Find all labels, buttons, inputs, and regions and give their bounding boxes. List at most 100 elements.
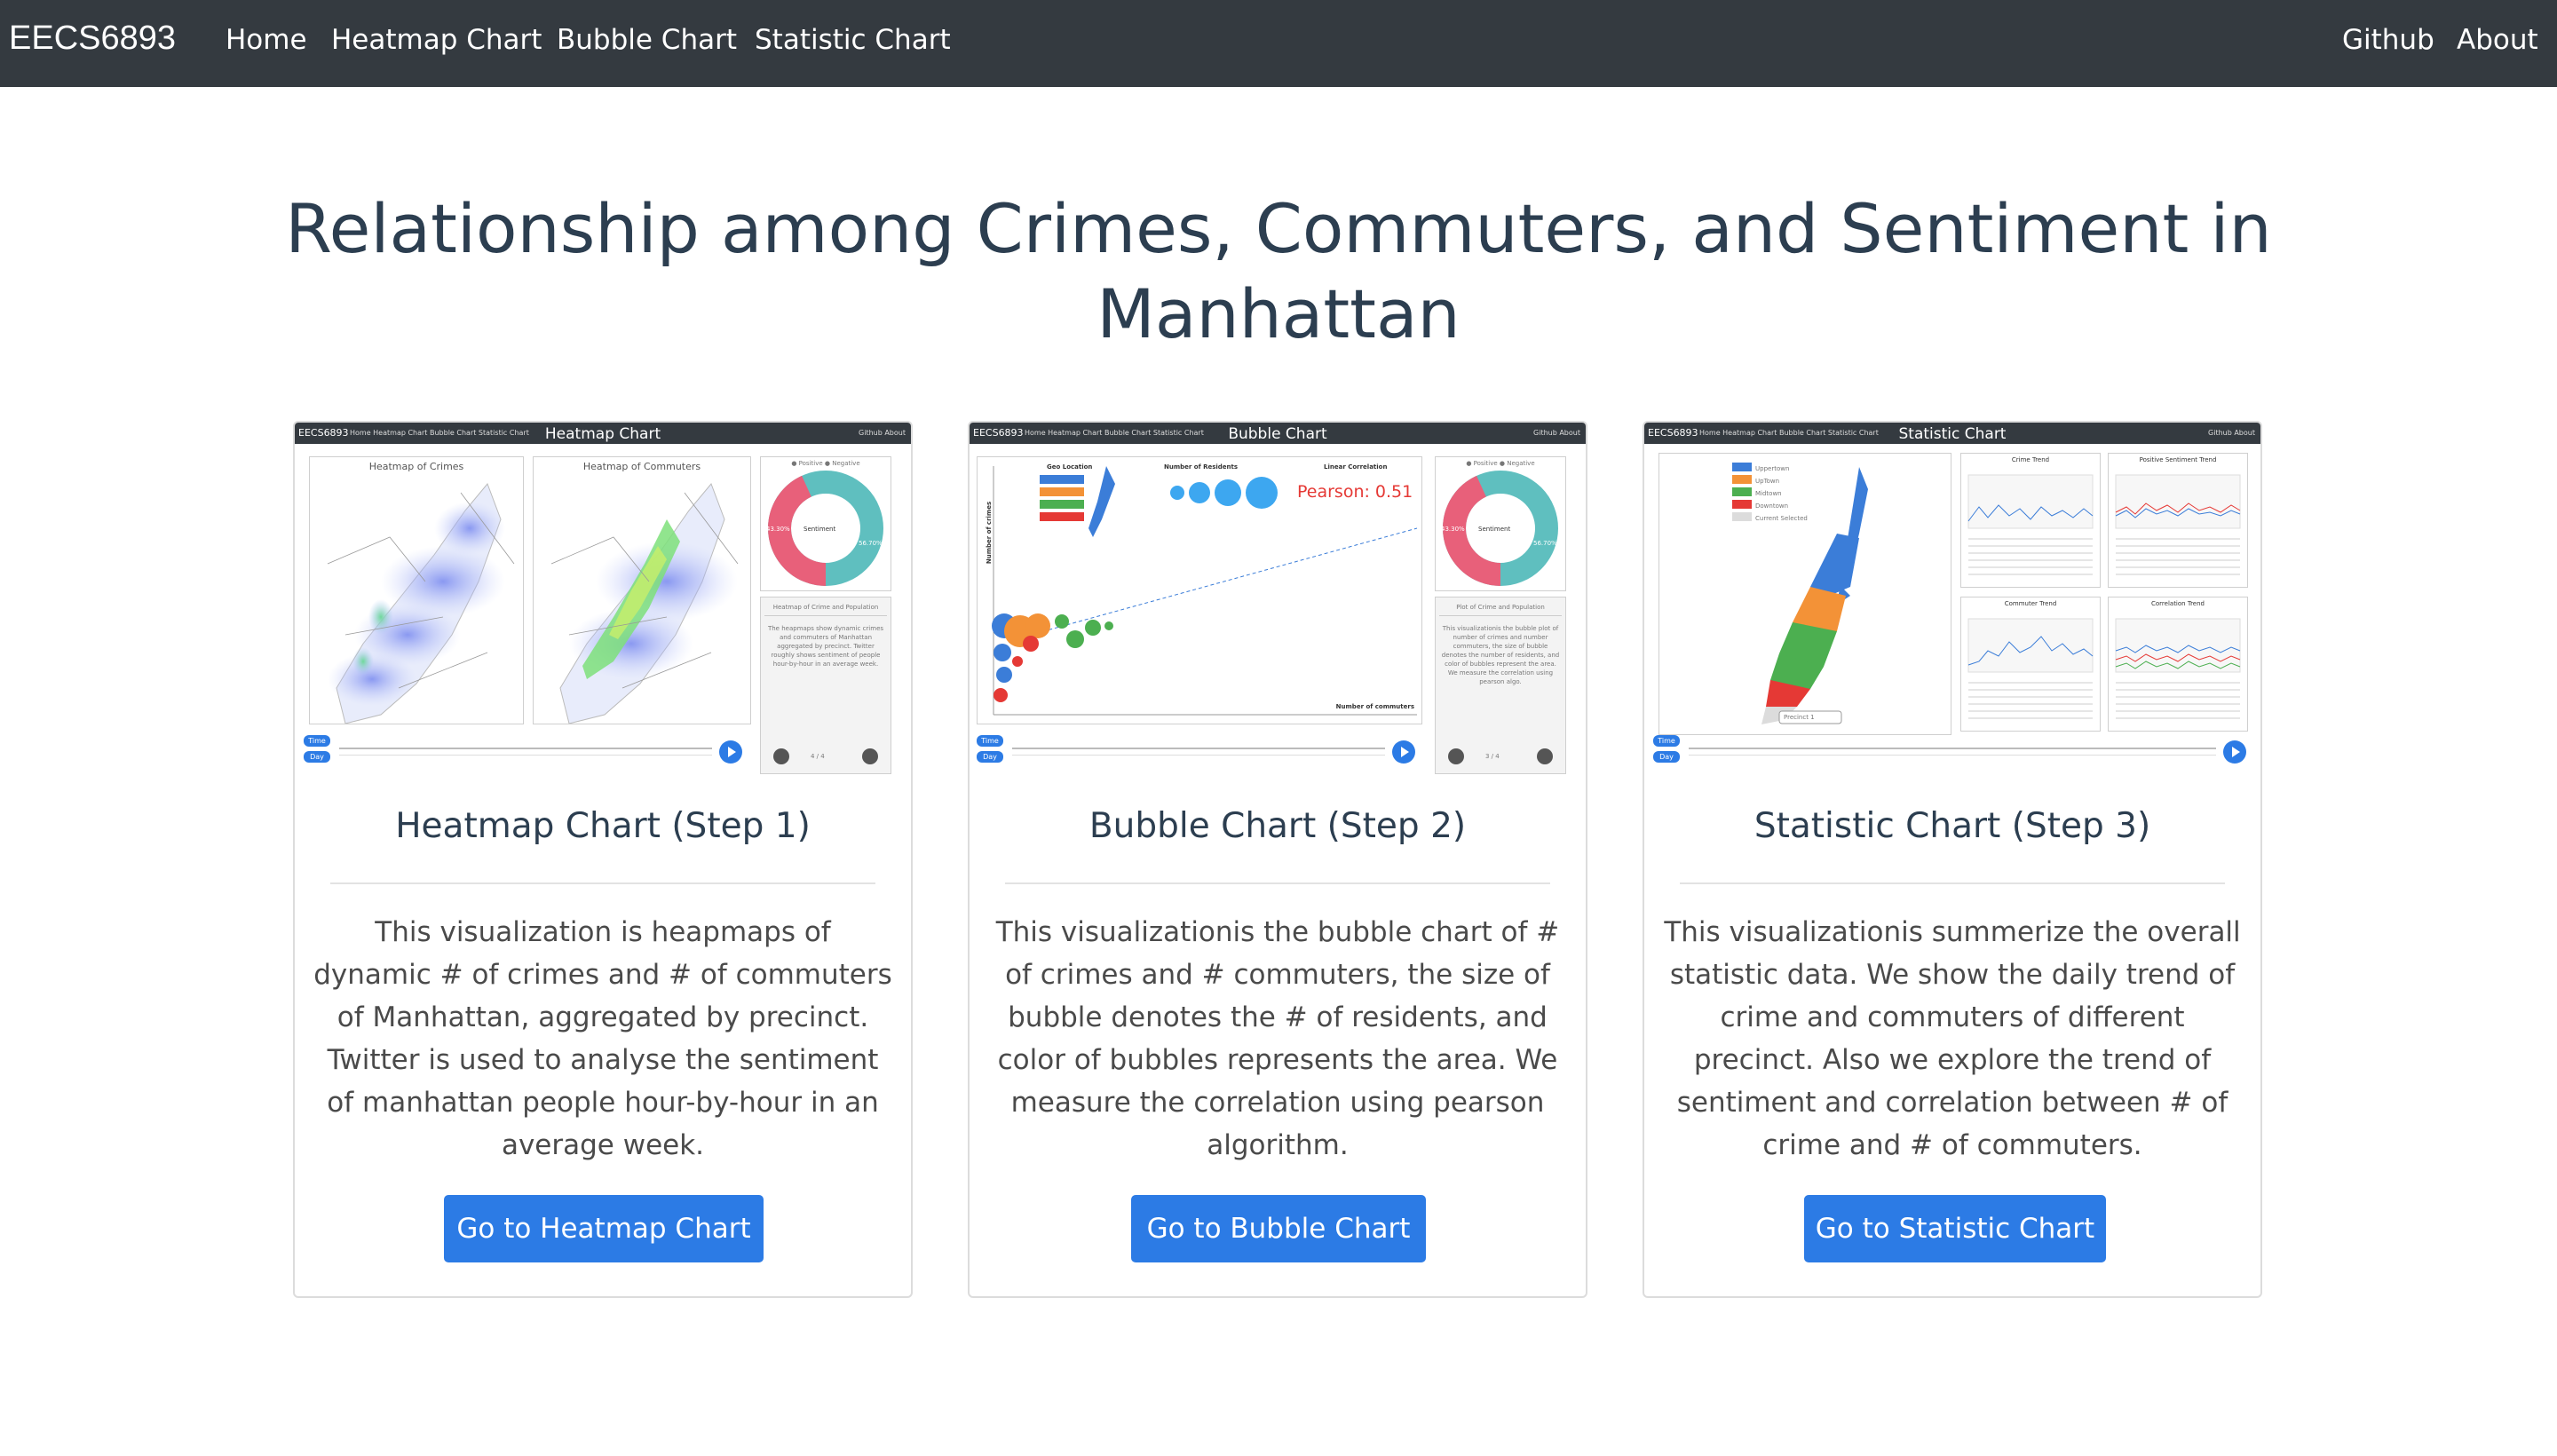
bubble-thumbnail[interactable]: EECS6893 Home Heatmap Chart Bubble Chart… [970, 423, 1586, 778]
page-title: Relationship among Crimes, Commuters, an… [285, 189, 2272, 353]
commuters-heatmap-panel: Heatmap of Commuters [533, 456, 751, 724]
legend-item: Uppertown [1755, 465, 1790, 472]
thumb-title: Bubble Chart [1228, 425, 1327, 443]
heatmap-thumbnail[interactable]: EECS6893 Home Heatmap Chart Bubble Chart… [295, 423, 911, 778]
nav-link-about[interactable]: About [2457, 24, 2538, 56]
sentiment-trend-panel: Positive Sentiment Trend [2108, 453, 2248, 588]
brand-link[interactable]: EECS6893 [9, 20, 176, 58]
donut-center-label: Sentiment [1478, 526, 1511, 533]
thumb-right-links: Github About [2208, 429, 2255, 437]
geo-location-label: Geo Location [1047, 463, 1093, 471]
pager: 4 / 4 [811, 753, 825, 760]
legend-item: Downtown [1755, 502, 1789, 510]
sentiment-donut-panel: ● Positive ● Negative Sentiment 43.30% 5… [760, 456, 891, 591]
card-divider [330, 882, 875, 884]
info-title: Heatmap of Crime and Population [764, 603, 887, 616]
day-pill[interactable]: Day [304, 751, 330, 763]
prev-icon[interactable] [1448, 748, 1464, 764]
go-to-heatmap-button[interactable]: Go to Heatmap Chart [444, 1195, 764, 1262]
donut-negative-value: 43.30% [1441, 526, 1465, 533]
slider-ticks [339, 755, 712, 756]
play-icon[interactable] [2223, 740, 2246, 764]
donut-positive-value: 56.70% [1533, 540, 1557, 547]
crimes-heatmap-panel: Heatmap of Crimes [309, 456, 524, 724]
slider-ticks [1689, 755, 2216, 756]
info-text: The heapmaps show dynamic crimes and com… [767, 625, 884, 668]
commuter-trend-panel: Commuter Trend [1960, 597, 2101, 732]
slider-ticks [1012, 755, 1385, 756]
slider-track [339, 748, 712, 749]
card-statistic: EECS6893 Home Heatmap Chart Bubble Chart… [1643, 421, 2262, 1298]
nav-link-github[interactable]: Github [2342, 24, 2434, 56]
play-icon[interactable] [719, 740, 742, 764]
thumb-right-links: Github About [1533, 429, 1580, 437]
pearson-value: Pearson: 0.51 [1297, 482, 1413, 502]
card-title: Bubble Chart (Step 2) [1089, 806, 1467, 846]
time-slider[interactable]: Time Day [1653, 735, 2252, 769]
legend-item: UpTown [1755, 478, 1780, 485]
statistic-thumbnail[interactable]: EECS6893 Home Heatmap Chart Bubble Chart… [1644, 423, 2260, 778]
thumb-navbar: EECS6893 Home Heatmap Chart Bubble Chart… [295, 423, 911, 444]
card-divider [1005, 882, 1550, 884]
time-pill[interactable]: Time [304, 735, 330, 747]
nav-link-home[interactable]: Home [226, 24, 307, 56]
play-icon[interactable] [1392, 740, 1415, 764]
info-panel: Heatmap of Crime and Population The heap… [760, 597, 891, 774]
navbar: EECS6893 Home Heatmap Chart Bubble Chart… [0, 0, 2557, 87]
card-title: Heatmap Chart (Step 1) [395, 806, 811, 846]
day-pill[interactable]: Day [1653, 751, 1680, 763]
time-pill[interactable]: Time [977, 735, 1003, 747]
sentiment-donut-panel: ● Positive ● Negative Sentiment 43.30% 5… [1435, 456, 1566, 591]
crime-trend-panel: Crime Trend [1960, 453, 2101, 588]
crimes-heatmap-map [327, 483, 515, 724]
precinct-button[interactable]: Precinct 1 [1784, 713, 1815, 722]
slider-track [1689, 748, 2216, 749]
card-bubble: EECS6893 Home Heatmap Chart Bubble Chart… [968, 421, 1587, 1298]
prev-icon[interactable] [773, 748, 789, 764]
thumb-right-links: Github About [859, 429, 906, 437]
time-slider[interactable]: Time Day [304, 735, 748, 769]
card-description: This visualizationis summerize the overa… [1664, 916, 2241, 1161]
info-title: Plot of Crime and Population [1439, 603, 1562, 616]
slider-track [1012, 748, 1385, 749]
info-panel: Plot of Crime and Population This visual… [1435, 597, 1566, 774]
thumb-title: Heatmap Chart [544, 425, 661, 443]
legend-item: Current Selected [1755, 515, 1808, 522]
x-axis-label: Number of commuters [1335, 703, 1414, 710]
thumb-title: Statistic Chart [1898, 425, 2007, 443]
go-to-statistic-button[interactable]: Go to Statistic Chart [1804, 1195, 2106, 1262]
sentiment-trend-chart [2115, 474, 2241, 575]
card-description: This visualizationis the bubble chart of… [995, 916, 1560, 1161]
info-text: This visualizationis the bubble plot of … [1441, 625, 1560, 685]
next-icon[interactable] [1537, 748, 1553, 764]
bubble-plot-panel: Geo Location Number of Residents Linear … [977, 456, 1422, 724]
donut-positive-value: 56.70% [859, 540, 883, 547]
go-to-bubble-button[interactable]: Go to Bubble Chart [1131, 1195, 1426, 1262]
commuter-trend-chart [1967, 618, 2094, 719]
time-pill[interactable]: Time [1653, 735, 1680, 747]
time-slider[interactable]: Time Day [977, 735, 1421, 769]
card-divider [1680, 882, 2225, 884]
crime-trend-chart [1967, 474, 2094, 575]
nav-link-bubble-chart[interactable]: Bubble Chart [557, 24, 737, 56]
card-description: This visualization is heapmaps of dynami… [313, 916, 892, 1161]
precinct-map-panel: Uppertown UpTown Midtown Downtown Curren… [1658, 453, 1951, 735]
y-axis-label: Number of crimes [986, 501, 994, 565]
correlation-label: Linear Correlation [1324, 463, 1388, 471]
map-legend: Uppertown UpTown Midtown Downtown Curren… [1755, 463, 1808, 525]
legend-item: Midtown [1755, 490, 1782, 497]
day-pill[interactable]: Day [977, 751, 1003, 763]
card-title: Statistic Chart (Step 3) [1753, 806, 2151, 846]
sentiment-donut [768, 471, 883, 586]
pager: 3 / 4 [1485, 753, 1500, 760]
next-icon[interactable] [862, 748, 878, 764]
thumb-navbar: EECS6893 Home Heatmap Chart Bubble Chart… [970, 423, 1586, 444]
commuters-heatmap-map [550, 483, 739, 724]
sentiment-donut [1443, 471, 1558, 586]
nav-link-statistic-chart[interactable]: Statistic Chart [755, 24, 951, 56]
nav-link-heatmap-chart[interactable]: Heatmap Chart [331, 24, 542, 56]
donut-center-label: Sentiment [804, 526, 836, 533]
thumb-navbar: EECS6893 Home Heatmap Chart Bubble Chart… [1644, 423, 2260, 444]
card-heatmap: EECS6893 Home Heatmap Chart Bubble Chart… [293, 421, 913, 1298]
correlation-trend-panel: Correlation Trend [2108, 597, 2248, 732]
